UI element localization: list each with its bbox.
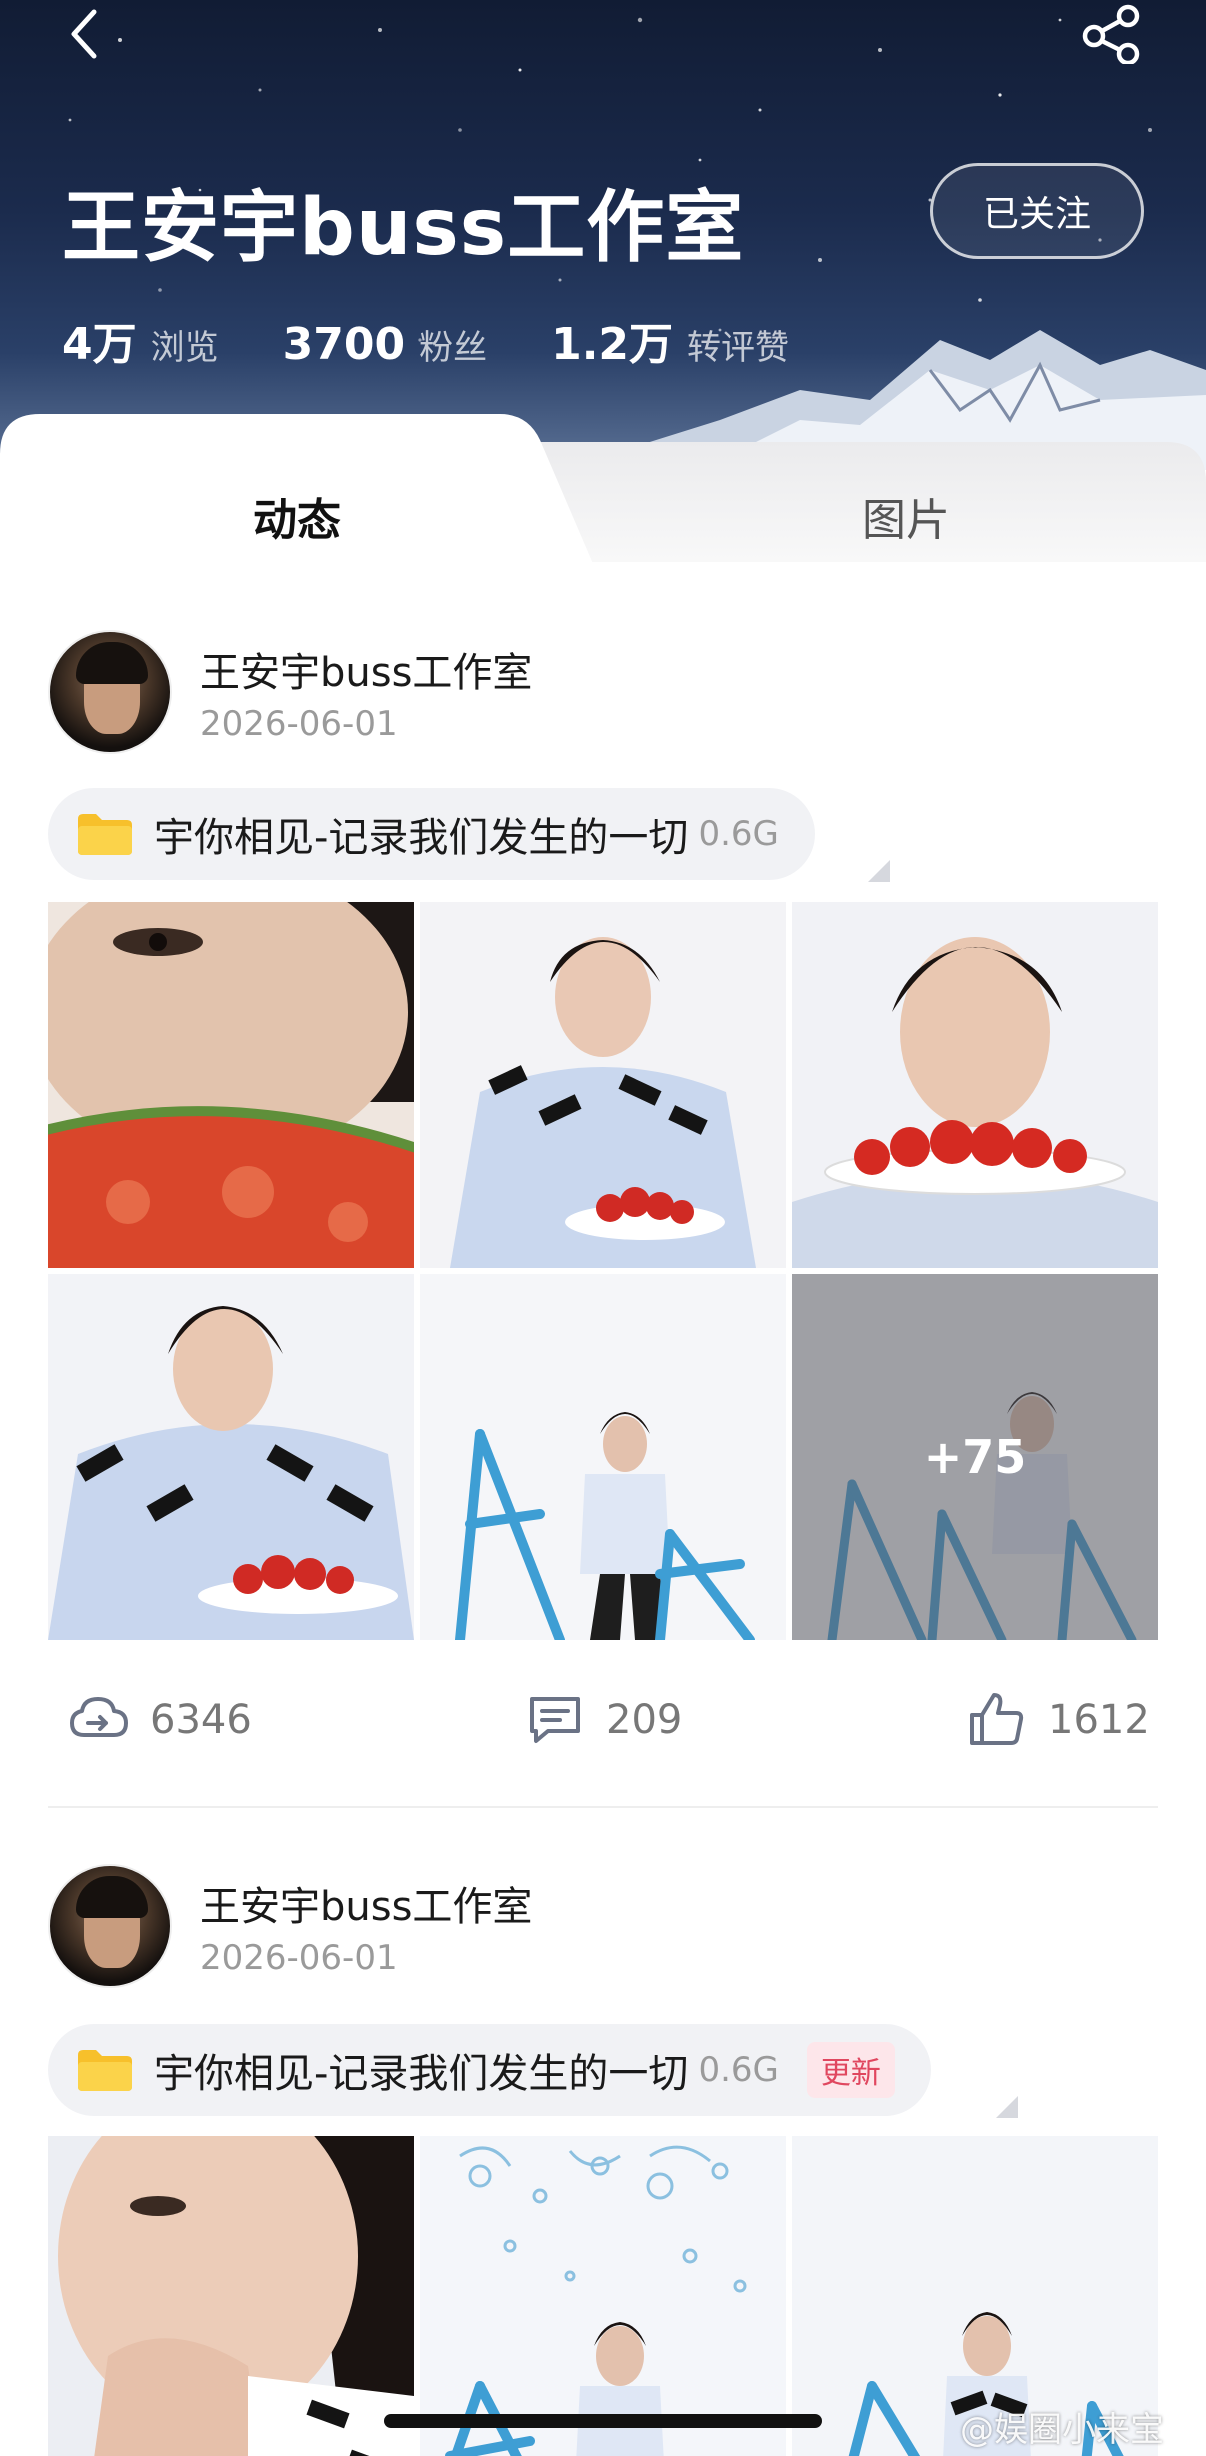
folder-size: 0.6G [698, 814, 779, 854]
tab-feed[interactable]: 动态 [253, 484, 341, 548]
photo-thumbnail-more[interactable]: +75 [792, 1274, 1158, 1640]
stat-label: 浏览 [150, 328, 219, 368]
pill-corner-mark [868, 860, 890, 882]
photo-grid: +75 [48, 902, 1158, 1640]
comment-count: 209 [606, 1697, 683, 1743]
comment-icon [530, 1697, 580, 1743]
folder-name: 宇你相见-记录我们发生的一切 [154, 2051, 689, 2097]
folder-pill[interactable]: 宇你相见-记录我们发生的一切 0.6G [48, 788, 815, 880]
stat-engagement: 1.2万 转评赞 [551, 308, 789, 372]
photo-thumbnail[interactable] [420, 1274, 786, 1640]
photo-thumbnail[interactable] [420, 2136, 786, 2456]
more-photos-count: +75 [792, 1274, 1158, 1640]
folder-pill[interactable]: 宇你相见-记录我们发生的一切 0.6G 更新 [48, 2024, 931, 2116]
tab-background [0, 414, 1206, 580]
update-badge: 更新 [806, 2042, 895, 2098]
profile-header: 王安宇buss工作室 已关注 4万 浏览 3700 粉丝 1.2万 转评赞 [0, 0, 1206, 470]
like-count: 1612 [1048, 1697, 1150, 1743]
like-button[interactable]: 1612 [966, 1680, 1150, 1760]
comment-button[interactable]: 209 [524, 1680, 682, 1760]
avatar[interactable] [48, 630, 172, 754]
post-divider [48, 1806, 1158, 1808]
photo-thumbnail[interactable] [792, 902, 1158, 1268]
watermark: @娱圈小来宝 [960, 2410, 1164, 2450]
stat-views: 4万 浏览 [62, 308, 219, 372]
tab-bar: 动态 图片 [0, 412, 1206, 580]
photo-thumbnail[interactable] [420, 902, 786, 1268]
post-card[interactable]: 王安宇buss工作室 2026-06-01 宇你相见-记录我们发生的一切 0.6… [0, 1864, 1206, 2456]
folder-name: 宇你相见-记录我们发生的一切 [154, 815, 689, 861]
post-author[interactable]: 王安宇buss工作室 [200, 640, 532, 698]
folder-size: 0.6G [698, 2050, 779, 2090]
home-indicator[interactable] [384, 2414, 822, 2428]
stat-label: 转评赞 [687, 328, 790, 368]
folder-icon [78, 2050, 132, 2091]
avatar[interactable] [48, 1864, 172, 1988]
page-title: 王安宇buss工作室 [62, 183, 745, 273]
stat-value: 4万 [62, 319, 137, 370]
follow-button[interactable]: 已关注 [930, 163, 1144, 259]
tab-photos[interactable]: 图片 [862, 484, 950, 548]
post-card[interactable]: 王安宇buss工作室 2026-06-01 宇你相见-记录我们发生的一切 0.6… [0, 630, 1206, 1810]
profile-stats: 4万 浏览 3700 粉丝 1.2万 转评赞 [62, 308, 853, 372]
post-date: 2026-06-01 [200, 1938, 398, 1978]
stat-value: 3700 [282, 319, 406, 370]
pill-corner-mark [996, 2096, 1018, 2118]
stat-fans: 3700 粉丝 [283, 319, 487, 370]
back-icon[interactable] [60, 6, 116, 62]
share-icon[interactable] [1080, 4, 1144, 64]
cloud-download-icon [70, 1697, 128, 1737]
photo-thumbnail[interactable] [48, 1274, 414, 1640]
post-author[interactable]: 王安宇buss工作室 [200, 1874, 532, 1932]
thumbs-up-icon [970, 1693, 1024, 1745]
folder-icon [78, 814, 132, 855]
post-actions: 6346 209 1612 [0, 1680, 1206, 1760]
photo-thumbnail[interactable] [48, 902, 414, 1268]
stat-value: 1.2万 [551, 319, 674, 370]
post-date: 2026-06-01 [200, 704, 398, 744]
download-button[interactable]: 6346 [68, 1680, 252, 1760]
download-count: 6346 [150, 1697, 252, 1743]
photo-thumbnail[interactable] [48, 2136, 414, 2456]
stat-label: 粉丝 [419, 328, 488, 368]
